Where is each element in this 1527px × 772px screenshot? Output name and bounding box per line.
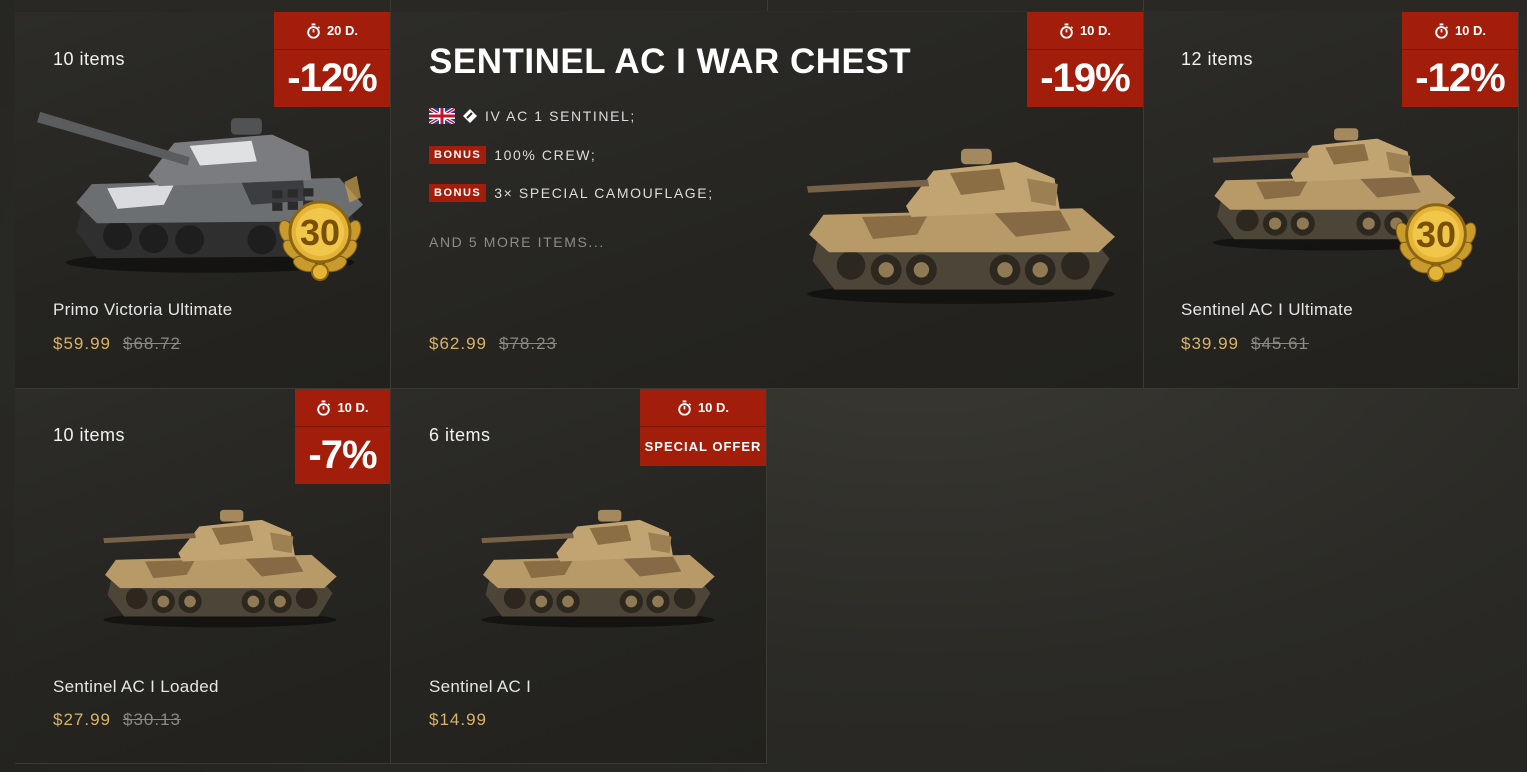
- discount-percent: -19%: [1040, 56, 1130, 100]
- timer-label: 10 D.: [1079, 23, 1112, 38]
- item-count: 12 items: [1181, 49, 1254, 69]
- product-name: Sentinel AC I Loaded: [53, 677, 219, 696]
- medal-30-icon: 30: [1392, 195, 1480, 283]
- price-block: $27.99 $30.13: [53, 710, 181, 730]
- timer: 10 D.: [1402, 12, 1518, 50]
- timer: 10 D.: [1027, 12, 1143, 50]
- discount-badge: 10 D. -12%: [1402, 12, 1518, 107]
- current-price: $27.99: [53, 710, 111, 729]
- feature-text: 100% CREW;: [494, 147, 597, 163]
- bonus-badge: BONUS: [429, 146, 487, 164]
- tank-image: [796, 112, 1126, 322]
- tank-image: 30: [1204, 107, 1484, 297]
- stopwatch-icon: [306, 23, 321, 39]
- item-count: 6 items: [429, 425, 491, 445]
- timer-label: 10 D.: [697, 400, 730, 415]
- current-price: $59.99: [53, 334, 111, 353]
- stopwatch-icon: [677, 400, 692, 416]
- timer: 20 D.: [274, 12, 390, 50]
- card-edge: [1144, 0, 1518, 11]
- stopwatch-icon: [1434, 23, 1449, 39]
- timer-label: 10 D.: [1454, 23, 1487, 38]
- stopwatch-icon: [1059, 23, 1074, 39]
- current-price: $62.99: [429, 334, 487, 353]
- medal-number: 30: [299, 212, 341, 253]
- product-name: Sentinel AC I: [429, 677, 532, 696]
- feature-camouflage: BONUS 3× SPECIAL CAMOUFLAGE;: [429, 184, 714, 202]
- card-edge: [15, 0, 391, 11]
- product-card-primo-victoria-ultimate[interactable]: 10 items 30 20 D. -12% Primo Victoria Ul…: [15, 12, 391, 389]
- price-block: $14.99: [429, 710, 487, 730]
- product-card-sentinel-ultimate[interactable]: 12 items 30 10 D. -12% Sentinel AC I Ult…: [1144, 12, 1519, 389]
- feature-text: IV AC 1 SENTINEL;: [485, 108, 636, 124]
- discount-badge: 20 D. -12%: [274, 12, 390, 107]
- card-edge: [768, 0, 1144, 11]
- special-offer-badge: 10 D. SPECIAL OFFER: [640, 389, 766, 466]
- price-block: $39.99 $45.61: [1181, 334, 1309, 354]
- product-name: Sentinel AC I Ultimate: [1181, 300, 1353, 319]
- card-edge: [391, 0, 768, 11]
- current-price: $14.99: [429, 710, 487, 729]
- light-tank-icon: [463, 109, 477, 123]
- feature-text: 3× SPECIAL CAMOUFLAGE;: [494, 185, 714, 201]
- timer-label: 10 D.: [337, 400, 369, 415]
- discount-badge: 10 D. -19%: [1027, 12, 1143, 107]
- discount-badge: 10 D. -7%: [295, 389, 390, 484]
- chest-title: SENTINEL AC I WAR CHEST: [429, 42, 912, 81]
- medal-30-icon: 30: [275, 192, 365, 282]
- item-count: 10 items: [53, 425, 126, 445]
- product-card-sentinel-ac-i[interactable]: 6 items 10 D. SPECIAL OFFER Sentinel AC …: [391, 389, 767, 764]
- discount-percent: -7%: [308, 433, 377, 477]
- feature-tank: IV AC 1 SENTINEL;: [429, 108, 636, 124]
- medal-number: 30: [1415, 214, 1457, 255]
- current-price: $39.99: [1181, 334, 1239, 353]
- price-block: $62.99 $78.23: [429, 334, 557, 354]
- product-name: Primo Victoria Ultimate: [53, 300, 233, 319]
- timer: 10 D.: [295, 389, 390, 427]
- tank-image: [95, 489, 345, 639]
- stopwatch-icon: [316, 400, 331, 416]
- more-items-link[interactable]: AND 5 MORE ITEMS...: [429, 234, 605, 250]
- timer: 10 D.: [640, 389, 766, 427]
- tank-image: [473, 489, 723, 639]
- uk-flag-icon: [429, 108, 455, 124]
- price-block: $59.99 $68.72: [53, 334, 181, 354]
- feature-crew: BONUS 100% CREW;: [429, 146, 596, 164]
- old-price: $78.23: [499, 334, 557, 353]
- product-card-sentinel-loaded[interactable]: 10 items 10 D. -7% Sentinel AC I Loaded …: [15, 389, 391, 764]
- item-count: 10 items: [53, 49, 126, 69]
- special-offer-label: SPECIAL OFFER: [644, 439, 762, 454]
- timer-label: 20 D.: [326, 23, 359, 38]
- bonus-badge: BONUS: [429, 184, 487, 202]
- old-price: $68.72: [123, 334, 181, 353]
- old-price: $30.13: [123, 710, 181, 729]
- product-card-war-chest[interactable]: SENTINEL AC I WAR CHEST IV AC 1 SENTINEL…: [391, 12, 1144, 389]
- discount-percent: -12%: [1415, 56, 1505, 100]
- old-price: $45.61: [1251, 334, 1309, 353]
- top-row-edge: [15, 0, 1518, 11]
- discount-percent: -12%: [287, 56, 377, 100]
